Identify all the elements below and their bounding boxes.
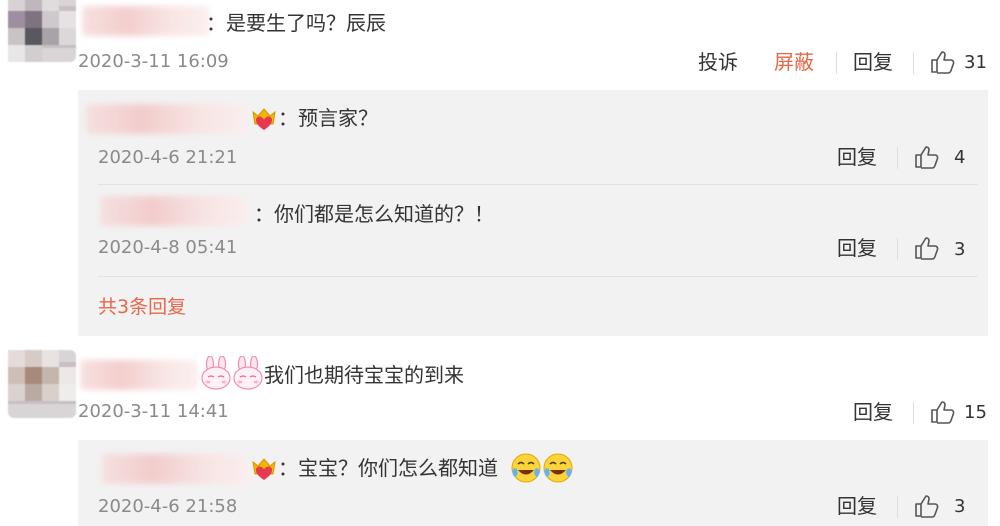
username-blurred[interactable] [102,454,248,484]
username-blurred[interactable] [80,360,198,390]
thumbs-up-icon[interactable] [930,400,956,424]
reply-text: ：预言家？ [278,106,378,130]
comment-text: ：是要生了吗？辰辰 [206,11,386,35]
like-count: 4 [954,147,966,168]
laughing-tears-emoji-icon [543,453,573,483]
report-button[interactable]: 投诉 [698,49,738,75]
reply-button[interactable]: 回复 [837,493,877,519]
avatar[interactable] [8,350,76,418]
username-blurred[interactable] [82,6,210,36]
bunny-emoji-icon [233,356,263,390]
reply-separator [98,184,978,185]
timestamp: 2020-4-8 05:41 [98,237,238,258]
thumbs-up-icon[interactable] [914,145,940,169]
like-count: 31 [964,52,987,73]
divider [913,402,914,424]
crown-heart-badge-icon [252,108,276,130]
timestamp: 2020-4-6 21:58 [98,496,238,517]
timestamp: 2020-3-11 16:09 [78,51,229,72]
reply-list: ：预言家？ 2020-4-6 21:21 回复 4 ：你们都是怎么知道的？！ 2… [78,90,988,336]
like-count: 3 [954,496,966,517]
username-blurred[interactable] [100,196,250,226]
reply-button[interactable]: 回复 [853,399,893,425]
divider [836,52,837,74]
reply-list: ：宝宝？你们怎么都知道 2020-4-6 21:58 回复 3 [78,440,988,526]
bunny-emoji-icon [201,356,231,390]
crown-heart-badge-icon [252,458,276,480]
avatar[interactable] [8,0,76,62]
like-count: 15 [964,402,987,423]
username-blurred[interactable] [86,104,246,134]
divider [897,496,898,518]
comment-text: 我们也期待宝宝的到来 [264,363,464,387]
thumbs-up-icon[interactable] [914,236,940,260]
thumbs-up-icon[interactable] [930,50,956,74]
like-count: 3 [954,239,966,260]
block-button[interactable]: 屏蔽 [774,49,814,75]
divider [897,238,898,260]
reply-button[interactable]: 回复 [853,49,893,75]
reply-button[interactable]: 回复 [837,144,877,170]
thumbs-up-icon[interactable] [914,494,940,518]
timestamp: 2020-4-6 21:21 [98,147,238,168]
timestamp: 2020-3-11 14:41 [78,401,229,422]
reply-text: ：宝宝？你们怎么都知道 [278,456,498,480]
laughing-tears-emoji-icon [511,453,541,483]
view-all-replies-link[interactable]: 共3条回复 [98,294,186,320]
reply-button[interactable]: 回复 [837,235,877,261]
divider [913,52,914,74]
divider [897,147,898,169]
reply-text: ：你们都是怎么知道的？！ [254,202,494,226]
reply-separator [98,276,978,277]
